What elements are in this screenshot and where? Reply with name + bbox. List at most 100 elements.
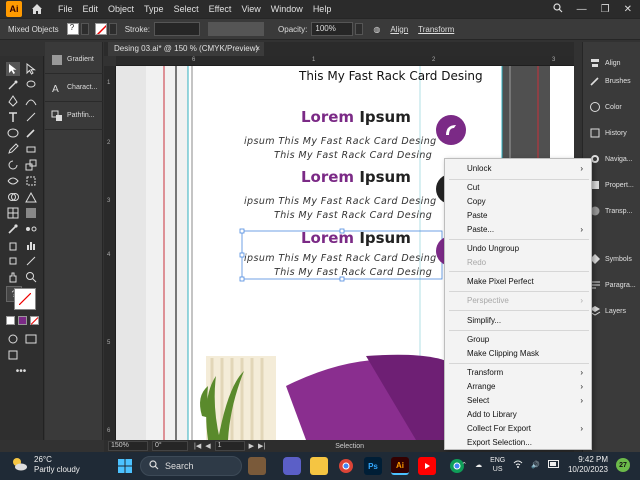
stroke-swatch[interactable] [94, 23, 107, 35]
menu-item-arrange[interactable]: Arrange › [445, 380, 593, 394]
recolor-icon[interactable]: ◍ [373, 25, 380, 34]
draw-mode-icon[interactable] [6, 332, 20, 346]
menu-item-paste[interactable]: Paste [445, 209, 593, 223]
pathfinder-panel-tab[interactable]: Pathfin... [45, 102, 103, 130]
weather-widget[interactable]: 26°C Partly cloudy [10, 455, 80, 475]
home-icon[interactable] [30, 2, 44, 16]
artboard-number-field[interactable]: 1 [214, 441, 245, 451]
last-artboard-icon[interactable]: ▶| [258, 442, 265, 450]
brushes-panel-tab[interactable]: Brushes [583, 68, 640, 94]
taskbar-search[interactable]: Search [140, 456, 242, 476]
align-link[interactable]: Align [390, 25, 408, 34]
menu-file[interactable]: File [58, 4, 73, 14]
menu-item-group[interactable]: Group [445, 333, 593, 347]
menu-item-transform[interactable]: Transform › [445, 366, 593, 380]
next-artboard-icon[interactable]: ▶ [249, 442, 254, 450]
rotation-field[interactable]: 0° [152, 441, 188, 451]
fill-dropdown[interactable] [80, 23, 89, 35]
animal-app-icon[interactable] [248, 457, 266, 475]
zoom-field[interactable]: 150% [108, 441, 148, 451]
magic-wand-tool-icon[interactable] [6, 78, 20, 92]
illustrator-icon[interactable]: Ai [391, 457, 409, 475]
selection-tool-icon[interactable] [6, 62, 20, 76]
line-tool-icon[interactable] [24, 110, 38, 124]
menu-item-paste-special[interactable]: Paste... › [445, 223, 593, 237]
menu-item-export-selection[interactable]: Export Selection... [445, 436, 593, 450]
menu-item-add-to-library[interactable]: Add to Library [445, 408, 593, 422]
menu-type[interactable]: Type [144, 4, 164, 14]
pen-tool-icon[interactable] [6, 94, 20, 108]
menu-item-cut[interactable]: Cut [445, 181, 593, 195]
prev-artboard-icon[interactable]: ◀ [205, 442, 210, 450]
start-icon[interactable] [116, 457, 134, 475]
menu-item-collect-for-export[interactable]: Collect For Export › [445, 422, 593, 436]
transform-link[interactable]: Transform [418, 25, 454, 34]
rotate-tool-icon[interactable] [6, 158, 20, 172]
stroke-dropdown[interactable] [108, 23, 117, 35]
change-screen-mode-icon[interactable] [6, 348, 20, 362]
menu-select[interactable]: Select [174, 4, 199, 14]
minimize-icon[interactable]: — [577, 4, 587, 15]
color-mode-icon[interactable] [6, 316, 15, 325]
gradient-mode-icon[interactable] [18, 316, 27, 325]
free-transform-tool-icon[interactable] [24, 174, 38, 188]
file-explorer-icon[interactable] [310, 457, 328, 475]
opacity-dropdown[interactable] [355, 23, 364, 35]
menu-object[interactable]: Object [108, 4, 134, 14]
menu-item-simplify[interactable]: Simplify... [445, 314, 593, 328]
youtube-icon[interactable] [418, 457, 436, 475]
battery-icon[interactable] [547, 460, 560, 470]
scale-tool-icon[interactable] [24, 158, 38, 172]
clock[interactable]: 9:42 PM 10/20/2023 [568, 455, 608, 475]
menu-item-copy[interactable]: Copy [445, 195, 593, 209]
menu-effect[interactable]: Effect [209, 4, 232, 14]
document-tab[interactable]: Desing 03.ai* @ 150 % (CMYK/Preview) × [108, 42, 264, 56]
none-mode-icon[interactable] [30, 316, 39, 325]
menu-edit[interactable]: Edit [83, 4, 99, 14]
notification-badge[interactable]: 27 [616, 458, 630, 472]
first-artboard-icon[interactable]: |◀ [194, 442, 201, 450]
stroke-weight-field[interactable] [154, 22, 201, 36]
blend-tool-icon[interactable] [24, 222, 38, 236]
restore-icon[interactable]: ❐ [601, 4, 610, 15]
ellipse-tool-icon[interactable] [6, 126, 20, 140]
opacity-field[interactable]: 100% [311, 22, 354, 36]
menu-item-undo-ungroup[interactable]: Undo Ungroup [445, 242, 593, 256]
close-icon[interactable]: ✕ [624, 4, 632, 15]
video-call-app-icon[interactable] [283, 457, 301, 475]
perspective-grid-tool-icon[interactable] [24, 190, 38, 204]
lasso-tool-icon[interactable] [24, 78, 38, 92]
variable-width-field[interactable] [208, 22, 265, 36]
cloud-icon[interactable]: ☁ [475, 461, 482, 469]
type-tool-icon[interactable] [6, 110, 20, 124]
menu-item-unlock[interactable]: Unlock › [445, 162, 593, 176]
pencil-tool-icon[interactable] [6, 142, 20, 156]
chevron-up-icon[interactable]: ⌃ [461, 461, 467, 469]
direct-selection-tool-icon[interactable] [24, 62, 38, 76]
current-tool-label[interactable]: Selection [335, 443, 364, 450]
mesh-tool-icon[interactable] [6, 206, 20, 220]
character-panel-tab[interactable]: A Charact... [45, 74, 103, 102]
menu-help[interactable]: Help [313, 4, 332, 14]
search-icon[interactable] [553, 2, 563, 16]
slice-tool-icon[interactable] [24, 254, 38, 268]
fill-swatch[interactable]: ? [66, 23, 79, 35]
width-tool-icon[interactable] [6, 174, 20, 188]
more-tools-icon[interactable]: ••• [14, 364, 28, 378]
gradient-panel-tab[interactable]: Gradient [45, 46, 103, 74]
eraser-tool-icon[interactable] [24, 142, 38, 156]
language-indicator[interactable]: ENG US [490, 456, 505, 474]
volume-icon[interactable]: 🔊 [531, 461, 540, 469]
menu-item-make-clipping-mask[interactable]: Make Clipping Mask [445, 347, 593, 361]
chrome-icon[interactable] [337, 457, 355, 475]
screen-mode-icon[interactable] [24, 332, 38, 346]
fill-stroke-swatch[interactable] [14, 288, 36, 310]
menu-item-make-pixel-perfect[interactable]: Make Pixel Perfect [445, 275, 593, 289]
menu-view[interactable]: View [241, 4, 260, 14]
menu-window[interactable]: Window [271, 4, 303, 14]
zoom-tool-icon[interactable] [24, 270, 38, 284]
column-graph-tool-icon[interactable] [24, 238, 38, 252]
curvature-tool-icon[interactable] [24, 94, 38, 108]
photoshop-icon[interactable]: Ps [364, 457, 382, 475]
color-panel-tab[interactable]: Color [583, 94, 640, 120]
